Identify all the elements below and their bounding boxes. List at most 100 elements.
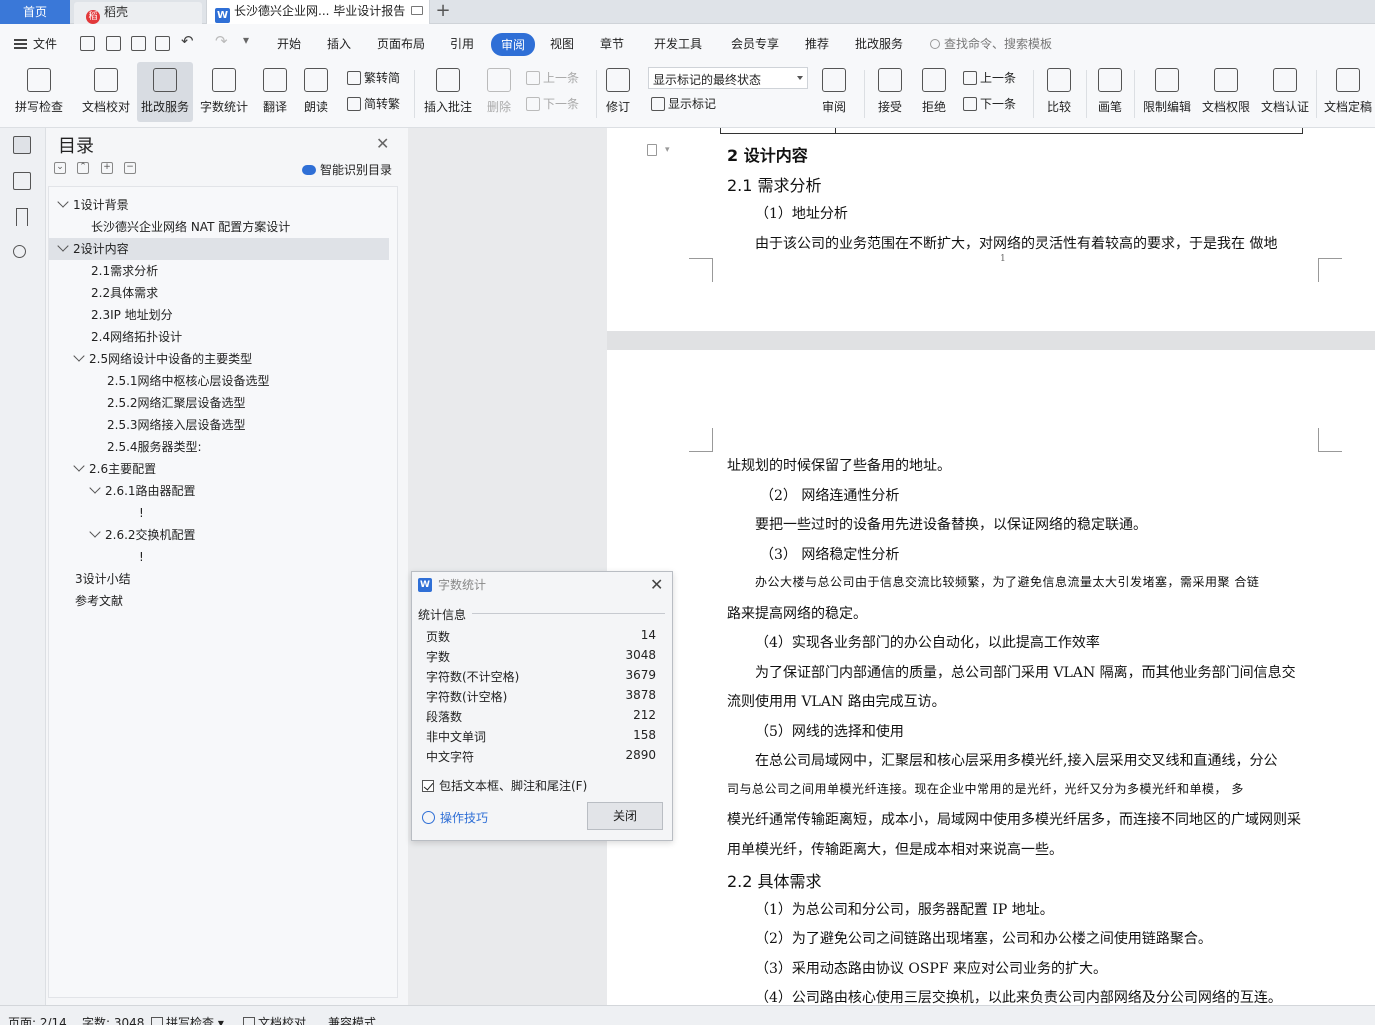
toc-item[interactable]: 长沙德兴企业网络 NAT 配置方案设计 — [49, 216, 389, 238]
document-icon[interactable] — [647, 144, 657, 156]
accept-button[interactable]: 接受 — [870, 62, 910, 122]
bookmark-icon[interactable] — [16, 208, 28, 226]
review-pane-button[interactable]: 审阅 — [814, 62, 854, 122]
chapter-nav-icon[interactable] — [13, 172, 31, 190]
toc-item[interactable]: 3设计小结 — [49, 568, 389, 590]
doc-permission-button[interactable]: 文档权限 — [1199, 62, 1253, 122]
toc-item[interactable]: 1设计背景 — [49, 194, 389, 216]
toc-item[interactable]: 2.5网络设计中设备的主要类型 — [49, 348, 389, 370]
menu-correction[interactable]: 批改服务 — [855, 35, 903, 52]
tab-home[interactable]: 首页 — [0, 0, 70, 24]
simp-to-trad-button[interactable]: 简转繁 — [347, 95, 400, 112]
search-icon[interactable] — [13, 245, 26, 258]
toc-item[interactable]: 2.3IP 地址划分 — [49, 304, 389, 326]
page-indicator[interactable]: 页面: 2/14 — [8, 1014, 67, 1025]
translate-button[interactable]: 翻译 — [256, 62, 294, 122]
export-icon[interactable] — [106, 36, 121, 51]
delete-comment-button[interactable]: 删除 — [480, 62, 518, 122]
monitor-icon[interactable] — [411, 6, 423, 15]
toc-panel-icon[interactable] — [13, 136, 31, 154]
menu-page-layout[interactable]: 页面布局 — [377, 35, 425, 52]
toc-item[interactable]: 2.5.2网络汇聚层设备选型 — [49, 392, 389, 414]
dialog-title-bar[interactable]: W 字数统计 — [412, 572, 672, 598]
quick-access-dropdown-icon[interactable]: ▾ — [243, 33, 249, 47]
tab-daoke[interactable]: 稻稻壳 — [74, 2, 202, 24]
collapse-all-icon[interactable]: ⌄ — [54, 162, 66, 174]
close-icon[interactable]: ✕ — [376, 134, 389, 153]
restrict-edit-button[interactable]: 限制编辑 — [1140, 62, 1194, 122]
tips-link[interactable]: 操作技巧 — [422, 809, 488, 826]
toc-item[interactable]: 参考文献 — [49, 590, 389, 612]
status-proofread[interactable]: 文档校对 — [243, 1014, 306, 1025]
read-aloud-button[interactable]: 朗读 — [299, 62, 333, 122]
chevron-down-icon[interactable] — [57, 196, 69, 208]
close-icon[interactable]: ✕ — [650, 575, 663, 594]
menu-reference[interactable]: 引用 — [450, 35, 474, 52]
doc-auth-button[interactable]: 文档认证 — [1258, 62, 1312, 122]
toc-item[interactable]: 2.2具体需求 — [49, 282, 389, 304]
menu-start[interactable]: 开始 — [277, 35, 301, 52]
toc-item[interactable]: 2.4网络拓扑设计 — [49, 326, 389, 348]
next-comment-button[interactable]: 下一条 — [526, 95, 579, 112]
pen-button[interactable]: 画笔 — [1092, 62, 1128, 122]
chevron-down-icon[interactable] — [73, 460, 85, 472]
chevron-down-icon[interactable] — [89, 526, 101, 538]
next-change-button[interactable]: 下一条 — [963, 95, 1016, 112]
remove-heading-icon[interactable]: − — [124, 162, 136, 174]
print-icon[interactable] — [131, 36, 146, 51]
document-page[interactable]: 址规划的时候保留了些备用的地址。 （2） 网络连通性分析 要把一些过时的设备用先… — [607, 350, 1375, 1006]
chevron-down-icon[interactable]: ▾ — [665, 145, 670, 155]
command-search[interactable]: 查找命令、搜索模板 — [930, 35, 1052, 52]
reject-button[interactable]: 拒绝 — [914, 62, 954, 122]
toc-item[interactable]: 2.6.1路由器配置 — [49, 480, 389, 502]
spell-check-button[interactable]: 拼写检查 — [8, 62, 70, 122]
menu-developer[interactable]: 开发工具 — [654, 35, 702, 52]
chevron-down-icon[interactable] — [57, 240, 69, 252]
redo-icon[interactable]: ↷ — [215, 32, 228, 50]
status-spell-check[interactable]: 拼写检查 ▾ — [151, 1014, 224, 1025]
toc-item-selected[interactable]: 2设计内容 — [49, 238, 389, 260]
menu-review[interactable]: 审阅 — [491, 33, 536, 56]
prev-change-button[interactable]: 上一条 — [963, 69, 1016, 86]
menu-view[interactable]: 视图 — [550, 35, 574, 52]
close-button[interactable]: 关闭 — [587, 802, 663, 830]
toc-item[interactable]: 2.1需求分析 — [49, 260, 389, 282]
expand-up-icon[interactable]: ⌃ — [77, 162, 89, 174]
save-icon[interactable] — [80, 36, 95, 51]
doc-finalize-button[interactable]: 文档定稿 — [1321, 62, 1375, 122]
track-changes-button[interactable]: 修订 — [600, 62, 636, 122]
include-textbox-checkbox[interactable]: 包括文本框、脚注和尾注(F) — [422, 777, 587, 794]
smart-toc-button[interactable]: 智能识别目录 — [302, 161, 392, 178]
tab-document[interactable]: W 长沙德兴企业网... 毕业设计报告 — [206, 0, 430, 24]
menu-file[interactable]: 文件 — [14, 35, 57, 52]
chevron-down-icon[interactable] — [89, 482, 101, 494]
word-count-button[interactable]: 字数统计 — [197, 62, 251, 122]
undo-icon[interactable]: ↶ — [181, 32, 194, 50]
trad-to-simp-button[interactable]: 繁转简 — [347, 69, 400, 86]
toc-item[interactable]: 2.5.1网络中枢核心层设备选型 — [49, 370, 389, 392]
menu-member[interactable]: 会员专享 — [731, 35, 779, 52]
compare-button[interactable]: 比较 — [1040, 62, 1078, 122]
proofread-button[interactable]: 文档校对 — [78, 62, 134, 122]
toc-item[interactable]: 2.6.2交换机配置 — [49, 524, 389, 546]
toc-item[interactable]: 2.6主要配置 — [49, 458, 389, 480]
toc-item[interactable]: 2.5.4服务器类型: — [49, 436, 389, 458]
show-markup-button[interactable]: 显示标记 — [651, 95, 716, 112]
toc-item[interactable]: ! — [49, 546, 389, 568]
new-tab-button[interactable]: + — [432, 0, 454, 24]
document-page[interactable]: ▾ 2 设计内容 2.1 需求分析 （1）地址分析 由于该公司的业务范围在不断扩… — [607, 128, 1375, 331]
add-heading-icon[interactable]: + — [101, 162, 113, 174]
menu-chapter[interactable]: 章节 — [600, 35, 624, 52]
toc-item[interactable]: 2.5.3网络接入层设备选型 — [49, 414, 389, 436]
stat-label: 页数 — [426, 630, 451, 644]
menu-insert[interactable]: 插入 — [327, 35, 351, 52]
print-preview-icon[interactable] — [155, 36, 170, 51]
markup-state-select[interactable]: 显示标记的最终状态 — [648, 67, 808, 89]
chevron-down-icon[interactable] — [73, 350, 85, 362]
insert-comment-button[interactable]: 插入批注 — [420, 62, 476, 122]
correction-service-button[interactable]: 批改服务 — [137, 62, 193, 122]
menu-recommend[interactable]: 推荐 — [805, 35, 829, 52]
prev-comment-button[interactable]: 上一条 — [526, 69, 579, 86]
word-count-indicator[interactable]: 字数: 3048 — [82, 1014, 144, 1025]
toc-item[interactable]: ! — [49, 502, 389, 524]
